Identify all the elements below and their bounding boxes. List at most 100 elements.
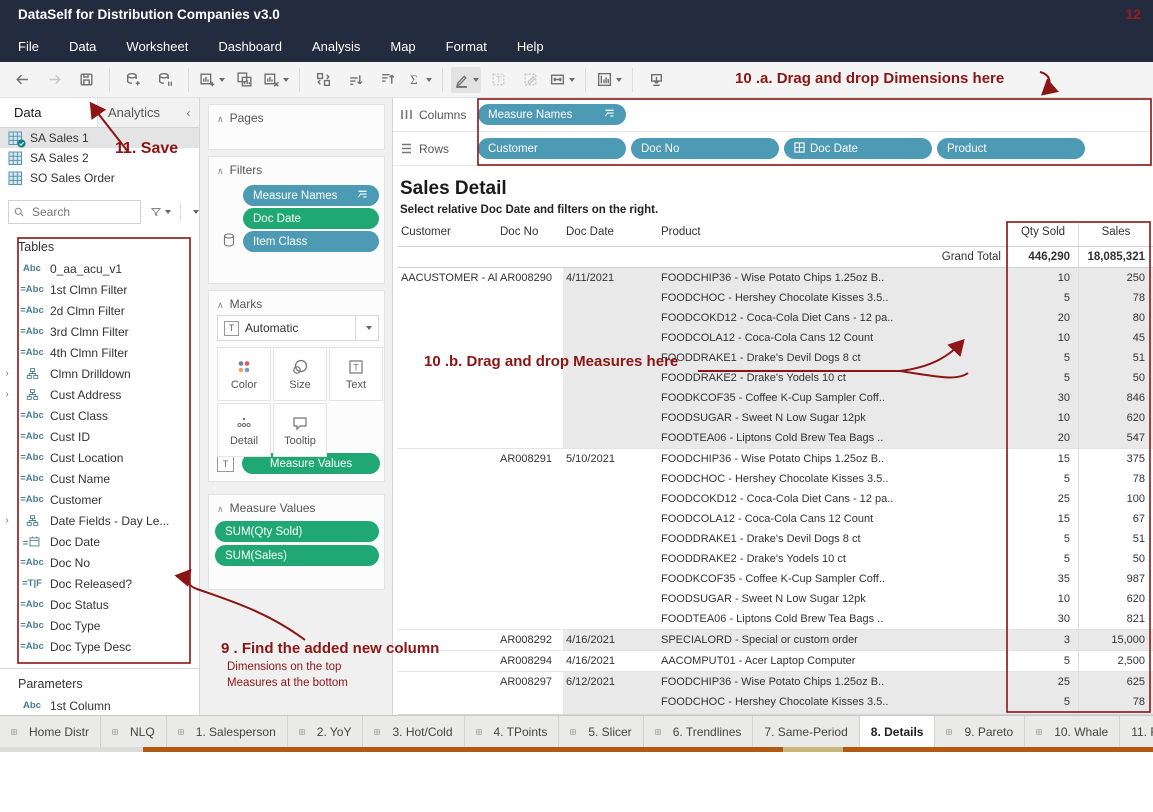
rows-shelf[interactable]: Rows CustomerDoc NoDoc DateProduct xyxy=(393,132,1153,166)
cell-doc-no[interactable] xyxy=(497,328,563,348)
collapse-arrow-icon[interactable]: ∧ xyxy=(217,300,224,310)
menu-map[interactable]: Map xyxy=(390,39,415,54)
menu-format[interactable]: Format xyxy=(446,39,487,54)
menu-worksheet[interactable]: Worksheet xyxy=(126,39,188,54)
cell-qty-sold[interactable]: 20 xyxy=(1007,428,1078,448)
cell-sales[interactable]: 15,000 xyxy=(1078,630,1153,650)
cell-customer[interactable] xyxy=(398,529,497,549)
table-row[interactable]: FOODSUGAR - Sweet N Low Sugar 12pk10620 xyxy=(398,408,1153,428)
collapse-arrow-icon[interactable]: ∧ xyxy=(217,114,224,124)
shelf-pill-doc-no[interactable]: Doc No xyxy=(631,138,779,159)
cell-sales[interactable]: 620 xyxy=(1078,408,1153,428)
measure-pill[interactable]: SUM(Qty Sold) xyxy=(215,521,379,542)
cell-doc-date[interactable] xyxy=(563,428,658,448)
cell-product[interactable]: FOODCOLA12 - Coca-Cola Cans 12 Count xyxy=(658,328,1007,348)
cell-product[interactable]: FOODCHIP36 - Wise Potato Chips 1.25oz B.… xyxy=(658,672,1007,692)
cell-sales[interactable]: 620 xyxy=(1078,589,1153,609)
cell-qty-sold[interactable]: 15 xyxy=(1007,449,1078,469)
cell-doc-date[interactable]: 6/12/2021 xyxy=(563,672,658,692)
cell-doc-date[interactable] xyxy=(563,692,658,712)
expand-arrow-icon[interactable]: › xyxy=(0,389,14,400)
cell-product[interactable]: FOODCHOC - Hershey Chocolate Kisses 3.5.… xyxy=(658,288,1007,308)
collapse-arrow-icon[interactable]: ∧ xyxy=(217,504,224,514)
cell-sales[interactable]: 80 xyxy=(1078,308,1153,328)
show-mark-labels-button[interactable]: T xyxy=(483,67,513,93)
filter-pill-item-class[interactable]: Item Class xyxy=(243,231,379,252)
cell-doc-no[interactable] xyxy=(497,549,563,569)
cell-product[interactable]: AACOMPUT01 - Acer Laptop Computer xyxy=(658,651,1007,671)
cell-qty-sold[interactable]: 5 xyxy=(1007,549,1078,569)
cell-product[interactable]: FOODDRAKE1 - Drake's Devil Dogs 8 ct xyxy=(658,529,1007,549)
table-row[interactable]: FOODCHOC - Hershey Chocolate Kisses 3.5.… xyxy=(398,692,1153,712)
cell-doc-no[interactable] xyxy=(497,589,563,609)
cell-customer[interactable] xyxy=(398,569,497,589)
cell-doc-no[interactable] xyxy=(497,609,563,629)
new-worksheet-button[interactable] xyxy=(197,67,227,93)
shelf-pill-product[interactable]: Product xyxy=(937,138,1085,159)
fit-button[interactable] xyxy=(547,67,577,93)
cell-customer[interactable] xyxy=(398,288,497,308)
cell-qty-sold[interactable]: 10 xyxy=(1007,268,1078,288)
cell-doc-date[interactable] xyxy=(563,609,658,629)
cell-doc-date[interactable] xyxy=(563,489,658,509)
cell-customer[interactable] xyxy=(398,328,497,348)
cell-customer[interactable] xyxy=(398,469,497,489)
field-item[interactable]: =AbcDoc Type Desc xyxy=(0,636,199,657)
table-row[interactable]: FOODTEA06 - Liptons Cold Brew Tea Bags .… xyxy=(398,428,1153,448)
shelf-pill-customer[interactable]: Customer xyxy=(478,138,626,159)
cell-sales[interactable]: 547 xyxy=(1078,428,1153,448)
save-button[interactable] xyxy=(71,67,101,93)
cell-product[interactable]: FOODDRAKE2 - Drake's Yodels 10 ct xyxy=(658,549,1007,569)
cell-doc-no[interactable] xyxy=(497,408,563,428)
field-item[interactable]: =AbcDoc No xyxy=(0,552,199,573)
data-source-item[interactable]: SO Sales Order xyxy=(0,168,199,188)
cell-doc-date[interactable]: 4/16/2021 xyxy=(563,651,658,671)
cell-qty-sold[interactable]: 30 xyxy=(1007,388,1078,408)
columns-shelf[interactable]: Columns Measure Names xyxy=(393,98,1153,132)
cell-sales[interactable]: 67 xyxy=(1078,509,1153,529)
cell-doc-date[interactable] xyxy=(563,509,658,529)
table-row[interactable]: FOODDRAKE1 - Drake's Devil Dogs 8 ct551 xyxy=(398,529,1153,549)
mark-button-detail[interactable]: Detail xyxy=(217,403,271,457)
cell-customer[interactable] xyxy=(398,449,497,469)
cell-doc-date[interactable] xyxy=(563,368,658,388)
filter-pill-doc-date[interactable]: Doc Date xyxy=(243,208,379,229)
field-item[interactable]: =AbcCust Class xyxy=(0,405,199,426)
field-item[interactable]: =T|FDoc Released? xyxy=(0,573,199,594)
sheet-tab-9-pareto[interactable]: 9. Pareto xyxy=(935,716,1025,747)
sheet-tab-5-slicer[interactable]: 5. Slicer xyxy=(559,716,643,747)
cell-sales[interactable]: 100 xyxy=(1078,489,1153,509)
table-row[interactable]: AR0082976/12/2021FOODCHIP36 - Wise Potat… xyxy=(398,671,1153,692)
field-item[interactable]: =AbcCust Location xyxy=(0,447,199,468)
cell-sales[interactable]: 821 xyxy=(1078,609,1153,629)
sheet-tab-2-yoy[interactable]: 2. YoY xyxy=(288,716,364,747)
cell-doc-no[interactable] xyxy=(497,368,563,388)
table-row[interactable]: FOODCOLA12 - Coca-Cola Cans 12 Count1045 xyxy=(398,328,1153,348)
table-row[interactable]: AR0082944/16/2021AACOMPUT01 - Acer Lapto… xyxy=(398,650,1153,671)
menu-file[interactable]: File xyxy=(18,39,39,54)
mark-button-size[interactable]: Size xyxy=(273,347,327,401)
cell-product[interactable]: FOODCOKD12 - Coca-Cola Diet Cans - 12 pa… xyxy=(658,308,1007,328)
expand-arrow-icon[interactable]: › xyxy=(0,368,14,379)
duplicate-sheet-button[interactable] xyxy=(229,67,259,93)
cell-sales[interactable]: 2,500 xyxy=(1078,651,1153,671)
show-cards-button[interactable] xyxy=(594,67,624,93)
table-row[interactable]: FOODTEA06 - Liptons Cold Brew Tea Bags .… xyxy=(398,609,1153,629)
cell-doc-date[interactable]: 5/10/2021 xyxy=(563,449,658,469)
table-row[interactable]: FOODCOKD12 - Coca-Cola Diet Cans - 12 pa… xyxy=(398,489,1153,509)
cell-customer[interactable] xyxy=(398,428,497,448)
cell-qty-sold[interactable]: 10 xyxy=(1007,328,1078,348)
cell-doc-date[interactable] xyxy=(563,549,658,569)
cell-doc-date[interactable]: 4/16/2021 xyxy=(563,630,658,650)
sheet-tab-home-distr[interactable]: Home Distr xyxy=(0,716,101,747)
cell-product[interactable]: FOODCOLA12 - Coca-Cola Cans 12 Count xyxy=(658,509,1007,529)
cell-product[interactable]: FOODKCOF35 - Coffee K-Cup Sampler Coff.. xyxy=(658,388,1007,408)
shelf-pill-doc-date[interactable]: Doc Date xyxy=(784,138,932,159)
cell-sales[interactable]: 846 xyxy=(1078,388,1153,408)
sheet-tab-1-salesperson[interactable]: 1. Salesperson xyxy=(167,716,288,747)
cell-doc-no[interactable]: AR008290 xyxy=(497,268,563,288)
cell-product[interactable]: FOODSUGAR - Sweet N Low Sugar 12pk xyxy=(658,589,1007,609)
collapse-panel-icon[interactable]: ‹ xyxy=(178,98,199,127)
cell-product[interactable]: FOODCHIP36 - Wise Potato Chips 1.25oz B.… xyxy=(658,449,1007,469)
cell-doc-date[interactable] xyxy=(563,529,658,549)
